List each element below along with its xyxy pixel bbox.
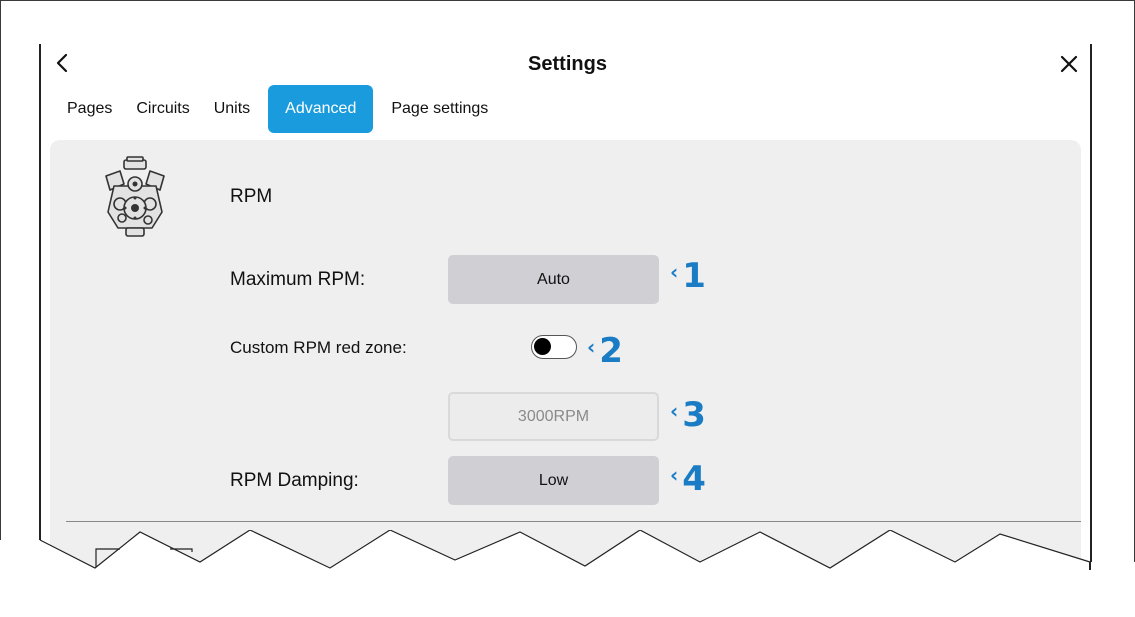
max-rpm-label: Maximum RPM: (230, 269, 366, 290)
red-zone-value-field: 3000RPM (448, 392, 659, 441)
tab-circuits[interactable]: Circuits (124, 85, 201, 133)
callout-4: ‹ 4 (670, 459, 706, 499)
tab-pages[interactable]: Pages (55, 85, 124, 133)
damping-label: RPM Damping: (230, 470, 359, 491)
max-rpm-button[interactable]: Auto (448, 255, 659, 304)
callout-1: ‹ 1 (670, 256, 706, 296)
callout-3: ‹ 3 (670, 395, 706, 435)
section-title: RPM (230, 186, 273, 207)
toggle-knob (534, 338, 551, 355)
callout-arrow-icon: ‹ (670, 463, 679, 487)
red-zone-label: Custom RPM red zone: (230, 338, 407, 357)
callout-arrow-icon: ‹ (670, 260, 679, 284)
device-edge-left (39, 44, 41, 540)
device-edge-right (1090, 44, 1092, 569)
section-divider (66, 521, 1081, 522)
damping-button[interactable]: Low (448, 456, 659, 505)
close-icon[interactable] (1059, 54, 1079, 74)
tab-page-settings[interactable]: Page settings (379, 85, 500, 133)
torn-edge (0, 530, 1135, 617)
callout-2: ‹ 2 (587, 331, 623, 371)
settings-tabs: Pages Circuits Units Advanced Page setti… (55, 85, 500, 133)
tab-advanced[interactable]: Advanced (268, 85, 374, 133)
engine-icon (105, 156, 165, 237)
page-title: Settings (528, 53, 607, 75)
callout-arrow-icon: ‹ (670, 399, 679, 423)
red-zone-toggle[interactable] (531, 335, 577, 359)
tab-units[interactable]: Units (202, 85, 262, 133)
callout-arrow-icon: ‹ (587, 335, 596, 359)
